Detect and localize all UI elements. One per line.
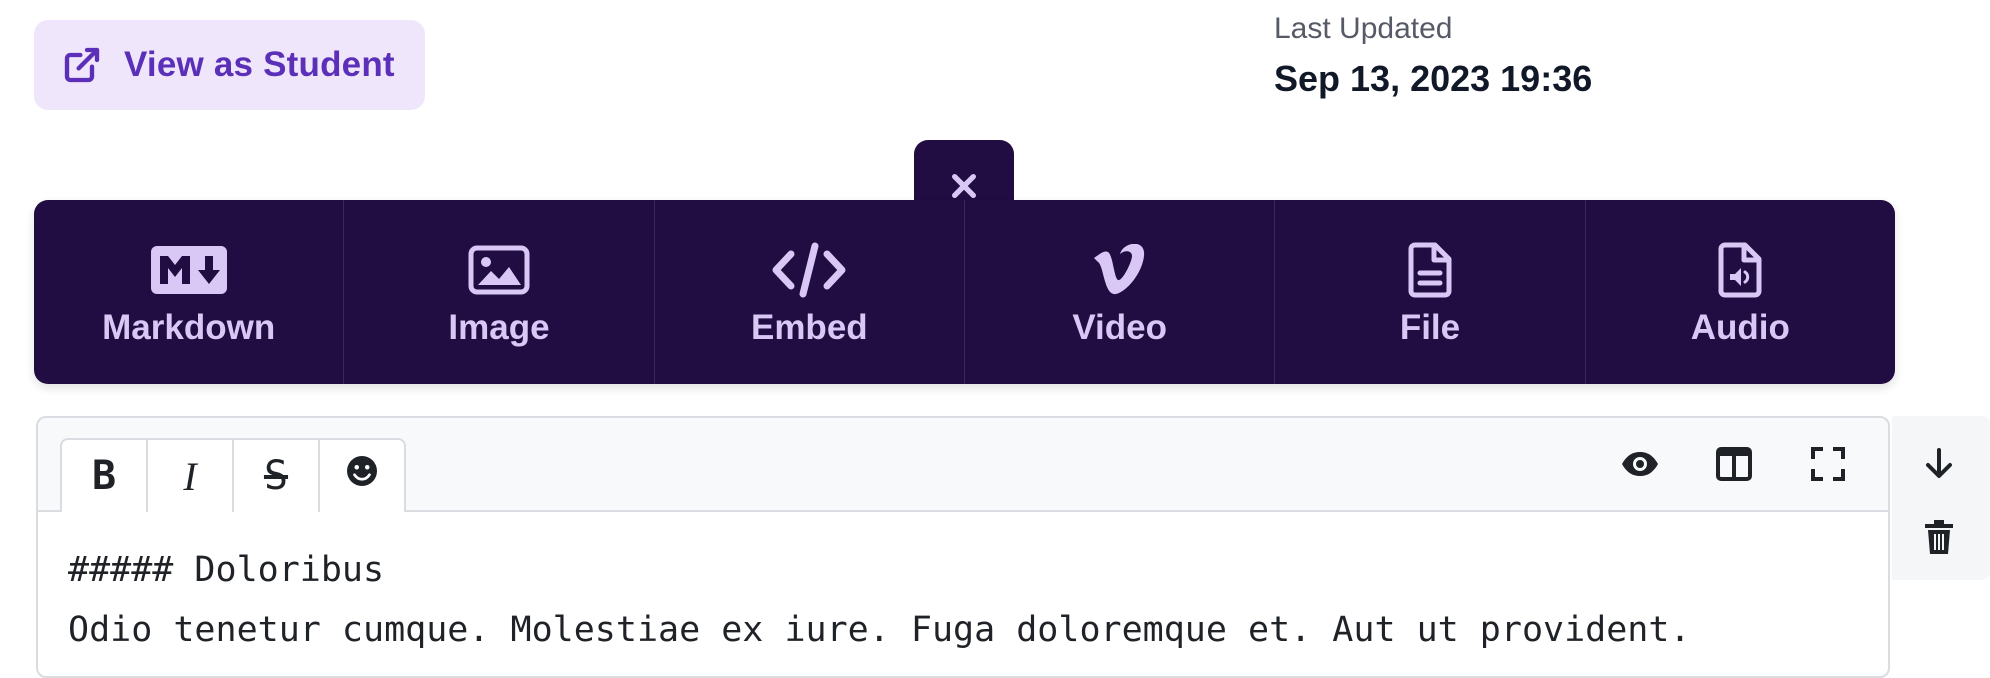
delete-icon	[1925, 519, 1953, 559]
move-down-button[interactable]	[1914, 440, 1964, 490]
editor-toolbar: B I S	[38, 418, 1888, 512]
view-as-student-button[interactable]: View as Student	[34, 20, 425, 110]
palette-item-label: Video	[1072, 308, 1167, 347]
palette-item-embed[interactable]: Embed	[655, 200, 965, 384]
palette-item-label: Image	[448, 308, 550, 347]
image-icon	[468, 240, 530, 300]
palette-item-label: Embed	[750, 308, 868, 347]
italic-icon: I	[183, 453, 197, 499]
move-down-icon	[1924, 447, 1954, 484]
file-icon	[1407, 240, 1453, 300]
bold-icon: B	[91, 453, 117, 499]
palette-item-label: File	[1399, 308, 1461, 347]
view-mode-tools	[1614, 440, 1854, 492]
italic-button[interactable]: I	[148, 440, 234, 512]
markdown-editor: B I S ##### Doloribus Odio tenetur cumqu…	[36, 416, 1890, 678]
fullscreen-icon	[1811, 446, 1845, 486]
editor-content[interactable]: ##### Doloribus Odio tenetur cumque. Mole…	[38, 512, 1888, 660]
emoji-icon	[344, 453, 380, 499]
palette-item-audio[interactable]: Audio	[1586, 200, 1895, 384]
content-line: ##### Doloribus	[68, 550, 385, 590]
palette-item-image[interactable]: Image	[344, 200, 655, 384]
audio-file-icon	[1717, 240, 1763, 300]
side-by-side-icon	[1716, 446, 1752, 486]
preview-button[interactable]	[1614, 440, 1666, 492]
strikethrough-button[interactable]: S	[234, 440, 320, 512]
vimeo-icon	[1092, 240, 1148, 300]
palette-item-markdown[interactable]: Markdown	[34, 200, 345, 384]
markdown-icon	[150, 240, 227, 300]
code-icon	[771, 240, 847, 300]
delete-button[interactable]	[1914, 514, 1964, 564]
fullscreen-button[interactable]	[1802, 440, 1854, 492]
palette-item-label: Audio	[1690, 308, 1790, 347]
bold-button[interactable]: B	[62, 440, 148, 512]
palette-item-video[interactable]: Video	[965, 200, 1276, 384]
strikethrough-icon: S	[263, 453, 289, 499]
block-side-actions	[1892, 416, 1990, 580]
side-by-side-button[interactable]	[1708, 440, 1760, 492]
view-as-student-label: View as Student	[124, 45, 395, 84]
format-button-group: B I S	[60, 438, 406, 512]
emoji-button[interactable]	[320, 440, 404, 512]
palette-item-label: Markdown	[102, 308, 276, 347]
palette-item-file[interactable]: File	[1275, 200, 1586, 384]
preview-icon	[1620, 450, 1660, 483]
last-updated-value: Sep 13, 2023 19:36	[1274, 58, 1593, 99]
last-updated-label: Last Updated	[1274, 12, 1453, 45]
content-line: Odio tenetur cumque. Molestiae ex iure. …	[68, 610, 1691, 650]
external-link-icon	[62, 45, 102, 85]
block-palette: Markdown Image Embed Video File Audio	[34, 200, 1895, 384]
